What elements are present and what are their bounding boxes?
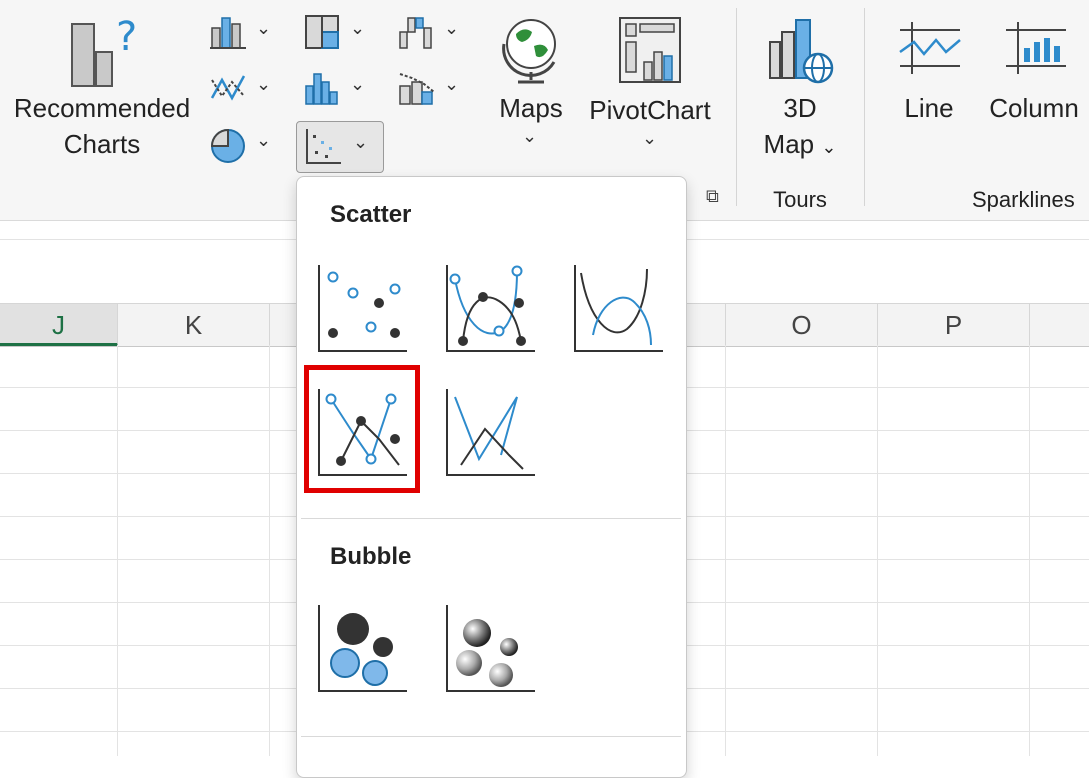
chevron-down-icon: ⌄ bbox=[522, 126, 538, 146]
combo-chart-icon bbox=[399, 73, 435, 105]
gridline bbox=[117, 345, 118, 756]
treemap-icon bbox=[305, 15, 339, 49]
chevron-down-icon: ⌄ bbox=[821, 137, 837, 157]
histogram-icon bbox=[305, 73, 338, 105]
bubble-section-title: Bubble bbox=[330, 543, 412, 570]
scatter-smooth-lines-icon bbox=[574, 265, 663, 352]
3d-map-label-2: Map ⌄ bbox=[748, 126, 852, 165]
gridline bbox=[1029, 345, 1030, 756]
column-chart-button[interactable]: ⌄ bbox=[206, 8, 274, 56]
chevron-down-icon: ⌄ bbox=[444, 18, 460, 38]
selection-highlight bbox=[304, 365, 420, 493]
gridline bbox=[269, 345, 270, 756]
scatter-straight-lines-icon bbox=[446, 389, 535, 476]
chevron-down-icon: ⌄ bbox=[256, 130, 272, 150]
column-header-k[interactable]: K bbox=[118, 304, 270, 346]
line-chart-button[interactable]: ⌄ bbox=[206, 64, 274, 112]
chevron-down-icon: ⌄ bbox=[256, 74, 272, 94]
tours-group-label: Tours bbox=[773, 187, 827, 212]
svg-text:?: ? bbox=[116, 14, 137, 60]
waterfall-icon bbox=[399, 17, 432, 49]
scatter-chart-button[interactable]: ⌄ bbox=[296, 121, 384, 173]
chevron-down-icon: ⌄ bbox=[256, 18, 272, 38]
chevron-down-icon: ⌄ bbox=[642, 128, 658, 148]
sparkline-column-label: Column bbox=[989, 93, 1079, 123]
menu-divider bbox=[301, 736, 681, 737]
sparkline-column-button[interactable]: Column bbox=[982, 8, 1086, 138]
hierarchy-chart-button[interactable]: ⌄ bbox=[300, 8, 368, 56]
column-header-p[interactable]: P bbox=[878, 304, 1030, 346]
dialog-launcher-icon[interactable]: ⧉ bbox=[706, 186, 728, 208]
maps-button[interactable]: Maps ⌄ bbox=[486, 8, 576, 168]
sparkline-line-icon bbox=[899, 22, 961, 74]
pivotchart-label: PivotChart bbox=[589, 95, 711, 125]
scatter-smooth-lines-markers-icon bbox=[446, 265, 535, 352]
pie-chart-button[interactable]: ⌄ bbox=[206, 120, 274, 168]
group-separator bbox=[736, 8, 737, 206]
globe-icon bbox=[502, 19, 556, 84]
sparkline-line-button[interactable]: Line bbox=[884, 8, 974, 138]
recommended-charts-label-2: Charts bbox=[63, 129, 141, 159]
chevron-down-icon: ⌄ bbox=[350, 74, 366, 94]
menu-divider bbox=[301, 518, 681, 519]
3d-map-button[interactable]: 3D Map ⌄ bbox=[748, 8, 852, 168]
3d-bubble-icon bbox=[446, 605, 535, 692]
recommended-charts-button[interactable]: ? Recommended Charts bbox=[8, 8, 196, 168]
maps-label: Maps bbox=[499, 93, 563, 123]
column-header-o[interactable]: O bbox=[726, 304, 878, 346]
3d-bubble-option[interactable] bbox=[443, 601, 539, 697]
gridline bbox=[877, 345, 878, 756]
sparklines-group-label: Sparklines bbox=[972, 187, 1075, 212]
pie-chart-icon bbox=[210, 128, 245, 163]
3d-map-icon bbox=[769, 19, 834, 84]
3d-map-label-text-2: Map bbox=[763, 129, 815, 159]
line-chart-icon bbox=[210, 75, 246, 101]
pivotchart-button[interactable]: PivotChart ⌄ bbox=[584, 8, 716, 168]
chevron-down-icon: ⌄ bbox=[350, 18, 366, 38]
chevron-down-icon: ⌄ bbox=[444, 74, 460, 94]
scatter-straight-lines-option[interactable] bbox=[443, 385, 539, 481]
bubble-icon bbox=[318, 605, 407, 692]
column-chart-icon bbox=[210, 17, 246, 49]
column-header-j[interactable]: J bbox=[0, 304, 118, 346]
3d-map-label-1: 3D bbox=[748, 90, 852, 126]
combo-chart-button[interactable]: ⌄ bbox=[394, 64, 462, 112]
statistic-chart-button[interactable]: ⌄ bbox=[300, 64, 368, 112]
scatter-section-title: Scatter bbox=[330, 201, 412, 228]
scatter-smooth-lines-markers-option[interactable] bbox=[443, 261, 539, 357]
column-header-next[interactable] bbox=[1030, 304, 1089, 346]
recommended-charts-label-1: Recommended bbox=[13, 93, 191, 123]
pivotchart-icon bbox=[619, 17, 681, 83]
gridline bbox=[725, 345, 726, 756]
3d-map-label-text-1: 3D bbox=[783, 93, 817, 123]
chevron-down-icon: ⌄ bbox=[353, 132, 369, 152]
scatter-smooth-lines-option[interactable] bbox=[571, 261, 667, 357]
bubble-option[interactable] bbox=[315, 601, 411, 697]
scatter-chart-icon bbox=[306, 129, 341, 164]
sparkline-column-icon bbox=[1006, 22, 1066, 74]
waterfall-chart-button[interactable]: ⌄ bbox=[394, 8, 462, 56]
group-separator bbox=[864, 8, 865, 206]
scatter-icon bbox=[318, 265, 407, 352]
recommended-charts-icon: ? bbox=[71, 14, 137, 87]
sparkline-line-label: Line bbox=[904, 93, 954, 123]
scatter-option[interactable] bbox=[315, 261, 411, 357]
scatter-dropdown-menu: Scatter Bubble bbox=[296, 176, 687, 778]
